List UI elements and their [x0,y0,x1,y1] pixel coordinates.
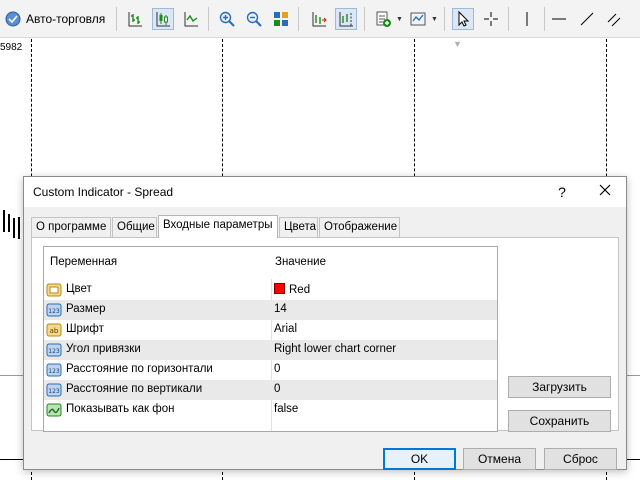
zoom-out-icon [246,11,262,27]
svg-text:123: 123 [48,308,60,315]
add-indicator-icon [376,11,391,27]
price-scale-label: 5982 [0,42,23,53]
vertical-line-tool-button[interactable] [516,8,538,30]
grid-header: Переменная Значение [44,247,497,279]
candle [8,214,10,232]
templates-button[interactable] [407,8,429,30]
toolbar-separator [298,7,299,31]
close-button[interactable] [594,181,616,203]
line-chart-button[interactable] [180,8,202,30]
candle [3,210,5,232]
load-button[interactable]: Загрузить [508,376,611,398]
tile-windows-button[interactable] [270,8,292,30]
candlestick-button[interactable] [152,8,174,30]
reset-button[interactable]: Сброс [544,448,617,470]
number-param-icon: 123 [46,303,62,317]
toolbar-separator [444,7,445,31]
table-row[interactable]: ab Шрифт Arial [44,320,497,340]
tab-visualization[interactable]: Отображение [319,217,400,237]
cursor-tool-button[interactable] [452,8,474,30]
auto-trading-label: Авто-торговля [26,12,106,26]
text-param-icon: ab [46,323,62,337]
toolbar-separator [364,7,365,31]
chevron-down-icon[interactable]: ▼ [396,16,403,23]
tab-colors[interactable]: Цвета [279,217,318,237]
help-button[interactable]: ? [551,181,573,203]
tab-about[interactable]: О программе [31,217,111,237]
horizontal-line-tool-button[interactable] [548,8,570,30]
save-button[interactable]: Сохранить [508,410,611,432]
chart-shift-button[interactable] [308,8,330,30]
color-param-icon [46,283,62,297]
toolbar-separator [208,7,209,31]
vertical-line-icon [526,12,528,26]
candle [13,218,15,238]
crosshair-tool-button[interactable] [480,8,502,30]
candlestick-icon [156,12,170,27]
svg-text:123: 123 [48,388,60,395]
svg-text:ab: ab [50,327,59,335]
custom-indicator-dialog: Custom Indicator - Spread ? О программе … [23,176,627,470]
toolbar-separator [544,7,545,31]
tile-windows-icon [274,12,288,26]
dialog-titlebar[interactable]: Custom Indicator - Spread ? [24,177,626,207]
number-param-icon: 123 [46,363,62,377]
trendline-tool-button[interactable] [576,8,598,30]
auto-trading-icon [4,10,22,28]
number-param-icon: 123 [46,343,62,357]
table-row[interactable]: 123 Угол привязки Right lower chart corn… [44,340,497,360]
tab-inputs[interactable]: Входные параметры [158,215,278,238]
channel-tool-button[interactable] [604,8,626,30]
zoom-out-button[interactable] [243,8,265,30]
close-icon [599,184,611,196]
bar-chart-button[interactable] [124,8,146,30]
table-row[interactable]: 123 Размер 14 [44,300,497,320]
table-row[interactable]: 123 Расстояние по горизонтали 0 [44,360,497,380]
cancel-button[interactable]: Отмена [463,448,536,470]
indicators-button[interactable] [372,8,394,30]
line-chart-icon [184,12,198,27]
cursor-icon [458,10,470,27]
bar-chart-icon [128,12,142,27]
inputs-grid: Переменная Значение Цвет Red 123 Размер … [43,246,498,432]
variable-column-header[interactable]: Переменная [50,256,117,268]
candle [18,217,20,239]
dialog-title: Custom Indicator - Spread [33,185,174,199]
auto-scroll-icon [339,12,353,27]
toolbar-separator [508,7,509,31]
channel-icon [607,13,621,27]
auto-scroll-button[interactable] [335,8,357,30]
chevron-down-icon[interactable]: ▼ [431,16,438,23]
color-swatch [274,283,285,294]
table-row[interactable]: Показывать как фон false [44,400,497,420]
inputs-panel: Переменная Значение Цвет Red 123 Размер … [31,237,619,432]
color-value[interactable]: Red [274,283,310,296]
scroll-marker-icon: ▼ [453,39,462,49]
horizontal-line-icon [552,18,566,20]
auto-trading-button[interactable]: Авто-торговля [2,7,110,31]
template-icon [410,12,426,26]
zoom-in-button[interactable] [216,8,238,30]
toolbar-separator [116,7,117,31]
table-row[interactable]: 123 Расстояние по вертикали 0 [44,380,497,400]
trendline-icon [580,12,594,26]
tab-common[interactable]: Общие [112,217,157,237]
svg-text:123: 123 [48,368,60,375]
table-row[interactable]: Цвет Red [44,280,497,300]
bool-param-icon [46,403,62,417]
svg-text:123: 123 [48,348,60,355]
value-column-header[interactable]: Значение [275,256,326,268]
ok-button[interactable]: OK [383,448,456,470]
zoom-in-icon [219,11,235,27]
main-toolbar: Авто-торговля ▼ ▼ [0,0,640,38]
number-param-icon: 123 [46,383,62,397]
crosshair-icon [484,12,498,26]
chart-shift-icon [312,12,327,27]
